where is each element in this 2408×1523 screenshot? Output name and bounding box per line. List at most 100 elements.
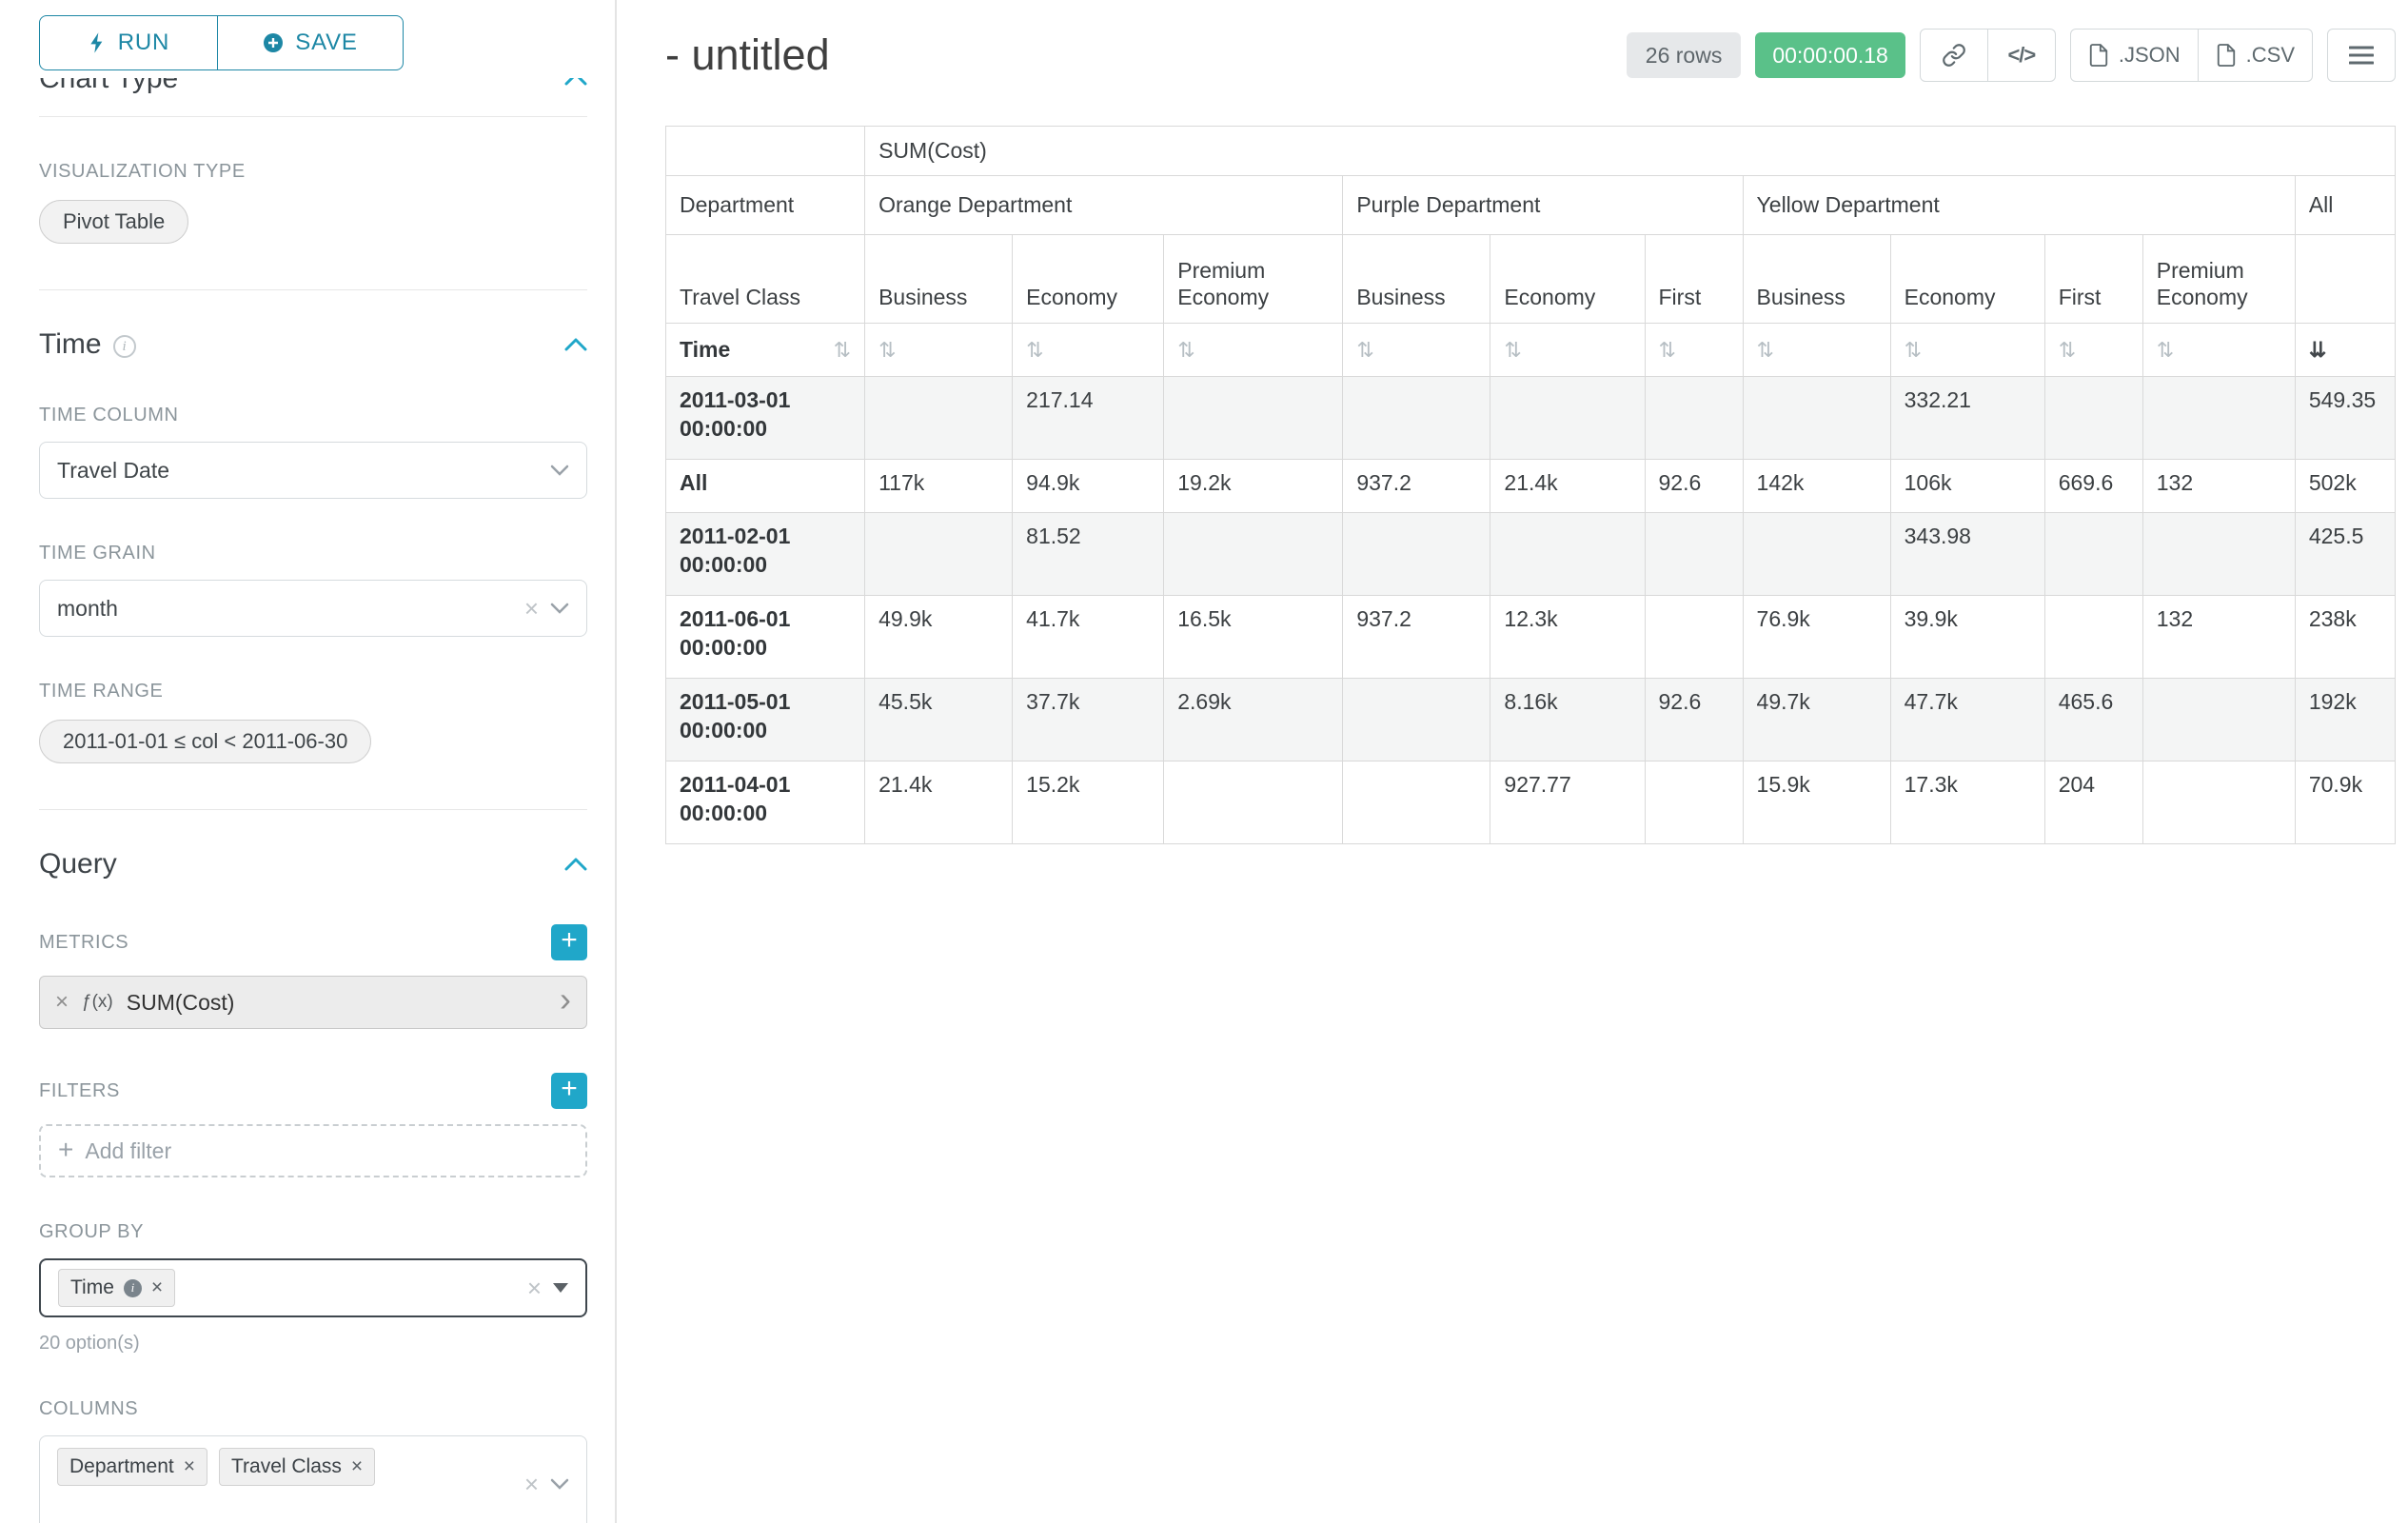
tag-remove-icon[interactable]: ×	[184, 1455, 195, 1478]
metric-header: SUM(Cost)	[865, 127, 2396, 176]
cell-value	[865, 377, 1013, 460]
column-tag-label: Travel Class	[231, 1455, 342, 1478]
sort-column-active[interactable]: ⇊	[2295, 324, 2395, 377]
sort-icon: ⇅	[834, 338, 851, 363]
sort-icon: ⇅	[2059, 338, 2076, 362]
cell-value: 15.9k	[1743, 762, 1890, 844]
time-range-pill[interactable]: 2011-01-01 ≤ col < 2011-06-30	[39, 720, 371, 763]
column-group-header: Yellow Department	[1743, 176, 2295, 235]
add-filter-button[interactable]: + Add filter	[39, 1124, 587, 1177]
cell-value: 425.5	[2295, 513, 2395, 596]
cell-value: 47.7k	[1890, 679, 2044, 762]
chart-title[interactable]: - untitled	[665, 30, 830, 80]
metrics-label: METRICS	[39, 932, 128, 954]
menu-button[interactable]	[2327, 29, 2396, 82]
cell-value: 81.52	[1013, 513, 1164, 596]
col-axis-label: Department	[666, 176, 865, 235]
metric-item[interactable]: × ƒ(x) SUM(Cost) ›	[39, 976, 587, 1029]
columns-select[interactable]: Department × Travel Class × ×	[39, 1435, 587, 1523]
row-header: 2011-05-01 00:00:00	[666, 679, 865, 762]
sort-column[interactable]: ⇅	[1743, 324, 1890, 377]
column-header: Business	[1343, 235, 1490, 324]
column-header: Business	[865, 235, 1013, 324]
cell-value: 549.35	[2295, 377, 2395, 460]
table-row: All117k94.9k19.2k937.221.4k92.6142k106k6…	[666, 460, 2396, 513]
cell-value	[2142, 377, 2295, 460]
cell-value: 669.6	[2044, 460, 2142, 513]
fx-icon: ƒ(x)	[82, 992, 113, 1013]
cell-value: 41.7k	[1013, 596, 1164, 679]
time-column-value: Travel Date	[57, 458, 539, 484]
tag-remove-icon[interactable]: ×	[151, 1276, 163, 1299]
collapse-icon[interactable]	[564, 858, 587, 871]
add-metric-button[interactable]: +	[551, 924, 587, 960]
caret-right-icon[interactable]: ›	[560, 999, 571, 1005]
tag-remove-icon[interactable]: ×	[351, 1455, 363, 1478]
time-grain-select[interactable]: month ×	[39, 580, 587, 637]
divider	[39, 116, 587, 117]
column-header: Premium Economy	[2142, 235, 2295, 324]
sort-column[interactable]: ⇅	[1645, 324, 1743, 377]
info-icon: i	[113, 335, 136, 358]
row-axis2-label: Travel Class	[666, 235, 865, 324]
sort-icon: ⇊	[2309, 338, 2326, 362]
groupby-select[interactable]: Time i × ×	[39, 1258, 587, 1317]
sort-column[interactable]: ⇅	[1490, 324, 1645, 377]
explore-app: RUN SAVE Chart Type VISUALIZATION TYPE P…	[0, 0, 2408, 1523]
row-header: All	[666, 460, 865, 513]
sort-row-key[interactable]: Time ⇅	[666, 324, 865, 377]
table-row: 2011-03-01 00:00:00217.14332.21549.35	[666, 377, 2396, 460]
time-column-select[interactable]: Travel Date	[39, 442, 587, 499]
table-row: 2011-05-01 00:00:0045.5k37.7k2.69k8.16k9…	[666, 679, 2396, 762]
view-query-button[interactable]: </>	[1987, 29, 2056, 82]
save-button[interactable]: SAVE	[217, 15, 404, 70]
sort-column[interactable]: ⇅	[1013, 324, 1164, 377]
remove-metric-icon[interactable]: ×	[55, 989, 69, 1016]
sort-icon: ⇅	[1757, 338, 1774, 362]
run-button[interactable]: RUN	[39, 15, 218, 70]
cell-value	[1743, 377, 1890, 460]
share-link-button[interactable]	[1920, 29, 1988, 82]
export-csv-button[interactable]: .CSV	[2198, 29, 2313, 82]
table-row: 2011-02-01 00:00:0081.52343.98425.5	[666, 513, 2396, 596]
export-csv-label: .CSV	[2246, 43, 2295, 68]
chevron-down-icon	[550, 1478, 569, 1490]
chart-type-section-title: Chart Type	[39, 78, 178, 95]
viz-type-pill[interactable]: Pivot Table	[39, 200, 188, 244]
clear-icon[interactable]: ×	[524, 596, 539, 621]
collapse-icon[interactable]	[564, 338, 587, 351]
sort-column[interactable]: ⇅	[2142, 324, 2295, 377]
cell-value: 937.2	[1343, 596, 1490, 679]
bolt-icon	[88, 31, 107, 54]
sort-column[interactable]: ⇅	[2044, 324, 2142, 377]
cell-value	[1743, 513, 1890, 596]
cell-value: 70.9k	[2295, 762, 2395, 844]
column-header: First	[1645, 235, 1743, 324]
sort-column[interactable]: ⇅	[865, 324, 1013, 377]
row-header: 2011-06-01 00:00:00	[666, 596, 865, 679]
cell-value: 45.5k	[865, 679, 1013, 762]
time-grain-label: TIME GRAIN	[39, 543, 587, 564]
chevron-down-icon	[550, 465, 569, 476]
export-json-button[interactable]: .JSON	[2070, 29, 2199, 82]
query-section-header: Query	[39, 848, 587, 880]
sort-column[interactable]: ⇅	[1343, 324, 1490, 377]
clear-icon[interactable]: ×	[524, 1472, 539, 1496]
sort-column[interactable]: ⇅	[1890, 324, 2044, 377]
cell-value	[1343, 762, 1490, 844]
cell-value: 2.69k	[1164, 679, 1343, 762]
cell-value	[1490, 377, 1645, 460]
cell-value: 16.5k	[1164, 596, 1343, 679]
clear-icon[interactable]: ×	[527, 1276, 542, 1300]
column-group-header: All	[2295, 176, 2395, 235]
cell-value: 106k	[1890, 460, 2044, 513]
add-filter-plus-button[interactable]: +	[551, 1073, 587, 1109]
sort-column[interactable]: ⇅	[1164, 324, 1343, 377]
collapse-icon[interactable]	[564, 78, 587, 86]
cell-value	[2044, 596, 2142, 679]
cell-value	[1343, 513, 1490, 596]
cell-value: 37.7k	[1013, 679, 1164, 762]
cell-value	[865, 513, 1013, 596]
corner-blank-cell	[666, 127, 865, 176]
filters-label: FILTERS	[39, 1080, 120, 1102]
